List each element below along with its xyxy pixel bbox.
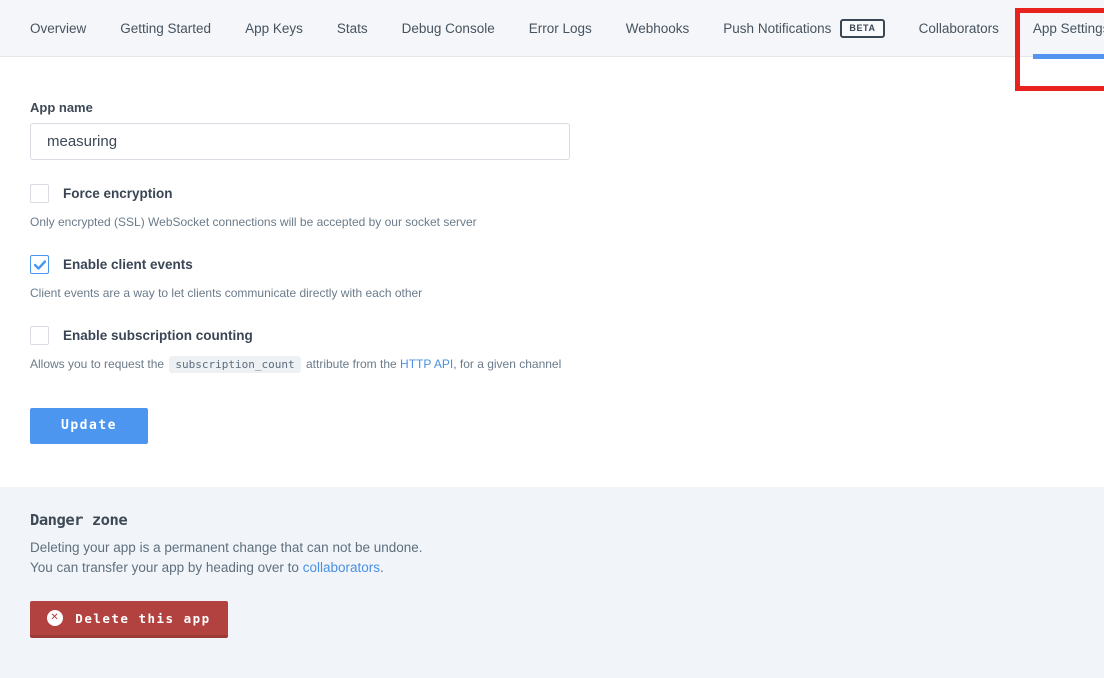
client-events-group: Enable client events Client events are a…	[30, 255, 1074, 302]
tab-label: Webhooks	[626, 21, 690, 36]
tab-label: Collaborators	[919, 21, 999, 36]
app-name-input[interactable]	[30, 123, 570, 160]
danger-line-2-suffix: .	[380, 560, 384, 575]
tab-push-notifications[interactable]: Push Notifications BETA	[723, 19, 884, 38]
help-middle: attribute from the	[306, 357, 397, 371]
tab-app-keys[interactable]: App Keys	[245, 21, 303, 36]
subscription-counting-label: Enable subscription counting	[63, 328, 253, 343]
update-button[interactable]: Update	[30, 408, 148, 444]
client-events-help: Client events are a way to let clients c…	[30, 284, 1074, 302]
collaborators-link[interactable]: collaborators	[303, 560, 380, 575]
http-api-link[interactable]: HTTP API	[400, 357, 453, 371]
tab-stats[interactable]: Stats	[337, 21, 368, 36]
subscription-count-code: subscription_count	[169, 356, 300, 373]
client-events-label: Enable client events	[63, 257, 193, 272]
tab-getting-started[interactable]: Getting Started	[120, 21, 211, 36]
tab-label: Debug Console	[402, 21, 495, 36]
subscription-counting-row[interactable]: Enable subscription counting	[30, 326, 1074, 345]
tab-bar: Overview Getting Started App Keys Stats …	[0, 0, 1104, 57]
checkmark-icon	[34, 260, 46, 270]
danger-line-2: You can transfer your app by heading ove…	[30, 558, 1074, 578]
beta-badge: BETA	[840, 19, 884, 38]
help-prefix: Allows you to request the	[30, 357, 164, 371]
force-encryption-checkbox[interactable]	[30, 184, 49, 203]
tab-label: Overview	[30, 21, 86, 36]
app-settings-page: Overview Getting Started App Keys Stats …	[0, 0, 1104, 678]
tab-label: Push Notifications	[723, 21, 831, 36]
help-suffix: , for a given channel	[453, 357, 561, 371]
force-encryption-help: Only encrypted (SSL) WebSocket connectio…	[30, 213, 1074, 231]
settings-form: App name Force encryption Only encrypted…	[0, 57, 1104, 487]
danger-line-2-prefix: You can transfer your app by heading ove…	[30, 560, 303, 575]
danger-zone-section: Danger zone Deleting your app is a perma…	[0, 487, 1104, 678]
tab-debug-console[interactable]: Debug Console	[402, 21, 495, 36]
tab-collaborators[interactable]: Collaborators	[919, 21, 999, 36]
danger-line-1: Deleting your app is a permanent change …	[30, 538, 1074, 558]
app-name-label: App name	[30, 100, 1074, 115]
tab-app-settings[interactable]: App Settings	[1033, 21, 1104, 36]
danger-zone-text: Deleting your app is a permanent change …	[30, 538, 1074, 577]
danger-zone-title: Danger zone	[30, 511, 1074, 529]
tab-error-logs[interactable]: Error Logs	[529, 21, 592, 36]
force-encryption-label: Force encryption	[63, 186, 173, 201]
subscription-counting-group: Enable subscription counting Allows you …	[30, 326, 1074, 374]
subscription-counting-checkbox[interactable]	[30, 326, 49, 345]
tab-webhooks[interactable]: Webhooks	[626, 21, 690, 36]
tab-label: Getting Started	[120, 21, 211, 36]
delete-circle-x-icon: ✕	[47, 610, 63, 626]
active-tab-underline	[1033, 54, 1104, 59]
tab-label: App Settings	[1033, 21, 1104, 36]
force-encryption-group: Force encryption Only encrypted (SSL) We…	[30, 184, 1074, 231]
subscription-counting-help: Allows you to request the subscription_c…	[30, 355, 1074, 374]
delete-app-button[interactable]: ✕ Delete this app	[30, 601, 228, 638]
force-encryption-row[interactable]: Force encryption	[30, 184, 1074, 203]
tab-label: Stats	[337, 21, 368, 36]
delete-button-label: Delete this app	[75, 611, 210, 626]
tab-label: App Keys	[245, 21, 303, 36]
client-events-row[interactable]: Enable client events	[30, 255, 1074, 274]
client-events-checkbox[interactable]	[30, 255, 49, 274]
tab-label: Error Logs	[529, 21, 592, 36]
tab-overview[interactable]: Overview	[30, 21, 86, 36]
